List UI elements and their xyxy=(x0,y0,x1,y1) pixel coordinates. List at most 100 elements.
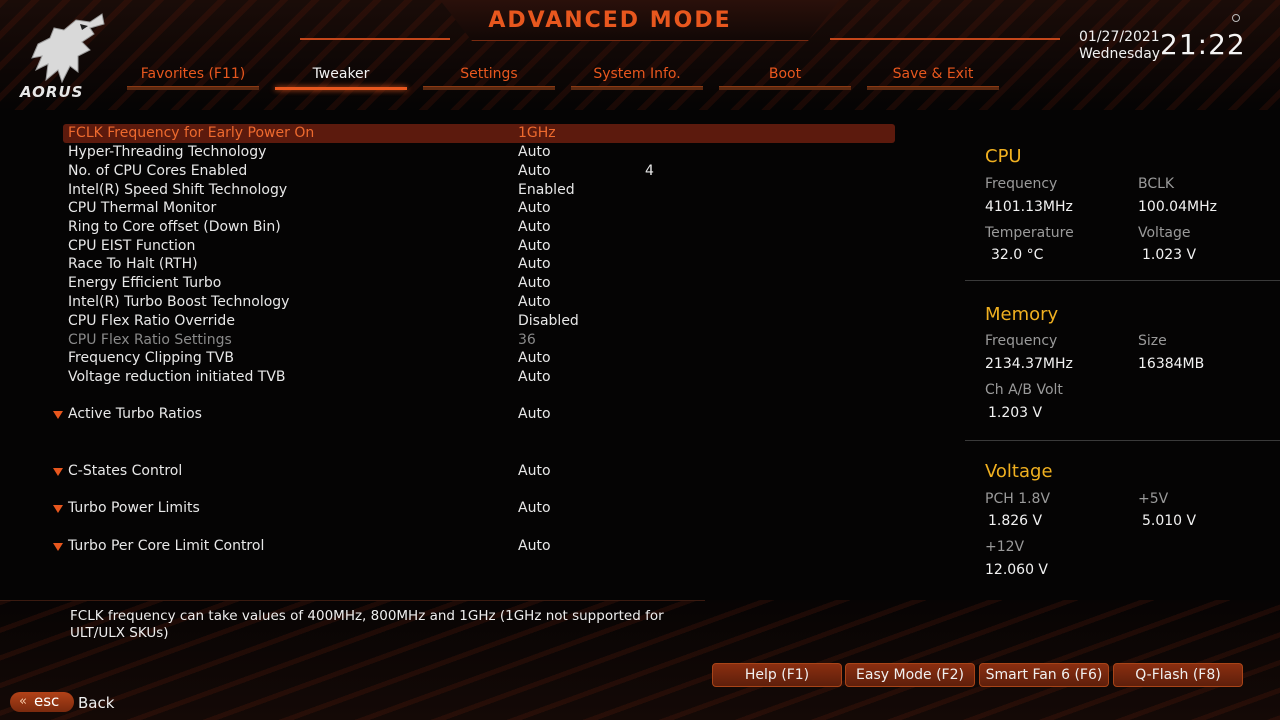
easy-mode-button[interactable]: Easy Mode (F2) xyxy=(845,663,975,687)
expand-triangle-icon xyxy=(53,411,63,419)
double-chevron-left-icon: « xyxy=(19,694,27,709)
p12v-voltage-label: +12V xyxy=(985,539,1025,555)
cpu-voltage-label: Voltage xyxy=(1138,225,1191,241)
setting-label: CPU EIST Function xyxy=(68,238,196,254)
tab-label: Save & Exit xyxy=(892,66,974,82)
setting-value[interactable]: Auto xyxy=(518,237,551,256)
setting-row-cpu-flex-ratio-settings: CPU Flex Ratio Settings 36 xyxy=(63,331,895,350)
back-label[interactable]: Back xyxy=(78,694,114,712)
setting-extra-value: 4 xyxy=(645,163,654,179)
setting-value[interactable]: 1GHz xyxy=(518,124,556,143)
memory-section-title: Memory xyxy=(985,304,1059,325)
setting-row-voltage-reduction-tvb[interactable]: Voltage reduction initiated TVB Auto xyxy=(63,368,895,387)
cpu-voltage-value: 1.023 V xyxy=(1142,247,1197,263)
setting-label: Ring to Core offset (Down Bin) xyxy=(68,219,281,235)
setting-label: Voltage reduction initiated TVB xyxy=(68,369,286,385)
setting-value[interactable]: Auto xyxy=(518,199,551,218)
title-rule-left xyxy=(300,38,450,40)
tab-underline xyxy=(423,86,555,90)
setting-value[interactable]: Auto xyxy=(518,162,551,181)
setting-label: FCLK Frequency for Early Power On xyxy=(68,125,315,141)
submenu-value[interactable]: Auto xyxy=(518,462,551,481)
p5v-voltage-value: 5.010 V xyxy=(1142,513,1197,529)
setting-row-ring-to-core-offset[interactable]: Ring to Core offset (Down Bin) Auto xyxy=(63,218,895,237)
title-rule-right xyxy=(830,38,1060,40)
setting-label: Race To Halt (RTH) xyxy=(68,256,198,272)
cpu-temperature-value: 32.0 °C xyxy=(991,247,1044,263)
setting-row-turbo-boost[interactable]: Intel(R) Turbo Boost Technology Auto xyxy=(63,293,895,312)
memory-size-label: Size xyxy=(1138,333,1167,349)
memory-frequency-label: Frequency xyxy=(985,333,1058,349)
submenu-turbo-power-limits[interactable]: Turbo Power Limits Auto xyxy=(53,499,895,518)
date-text: 01/27/2021 xyxy=(1079,29,1160,45)
panel-divider xyxy=(965,280,1280,281)
setting-row-hyper-threading[interactable]: Hyper-Threading Technology Auto xyxy=(63,143,895,162)
setting-label: CPU Thermal Monitor xyxy=(68,200,217,216)
memory-chab-volt-value: 1.203 V xyxy=(988,405,1043,421)
setting-value[interactable]: Disabled xyxy=(518,312,579,331)
tab-underline xyxy=(275,87,407,90)
tab-label: Tweaker xyxy=(312,66,370,82)
help-button[interactable]: Help (F1) xyxy=(712,663,842,687)
setting-row-speed-shift[interactable]: Intel(R) Speed Shift Technology Enabled xyxy=(63,181,895,200)
setting-row-cpu-eist[interactable]: CPU EIST Function Auto xyxy=(63,237,895,256)
weekday-text: Wednesday xyxy=(1079,46,1161,62)
submenu-active-turbo-ratios[interactable]: Active Turbo Ratios Auto xyxy=(53,405,895,424)
setting-value[interactable]: Auto xyxy=(518,218,551,237)
submenu-value[interactable]: Auto xyxy=(518,499,551,518)
tab-save-exit[interactable]: Save & Exit xyxy=(867,66,999,90)
submenu-value[interactable]: Auto xyxy=(518,405,551,424)
tab-tweaker[interactable]: Tweaker xyxy=(275,66,407,90)
setting-value[interactable]: Auto xyxy=(518,293,551,312)
tab-system-info[interactable]: System Info. xyxy=(571,66,703,90)
setting-label: CPU Flex Ratio Settings xyxy=(68,332,232,348)
tab-label: Settings xyxy=(460,66,518,82)
smart-fan-button[interactable]: Smart Fan 6 (F6) xyxy=(979,663,1109,687)
cpu-bclk-value: 100.04MHz xyxy=(1138,199,1217,215)
submenu-label: C-States Control xyxy=(68,463,183,479)
setting-row-frequency-clipping-tvb[interactable]: Frequency Clipping TVB Auto xyxy=(63,349,895,368)
setting-label: Intel(R) Turbo Boost Technology xyxy=(68,294,290,310)
p12v-voltage-value: 12.060 V xyxy=(985,562,1049,578)
submenu-c-states-control[interactable]: C-States Control Auto xyxy=(53,462,895,481)
submenu-value[interactable]: Auto xyxy=(518,537,551,556)
submenu-label: Active Turbo Ratios xyxy=(68,406,202,422)
setting-value[interactable]: Auto xyxy=(518,255,551,274)
submenu-label: Turbo Per Core Limit Control xyxy=(68,538,265,554)
esc-button[interactable]: « esc xyxy=(10,692,74,712)
setting-value[interactable]: Auto xyxy=(518,349,551,368)
setting-row-cpu-thermal-monitor[interactable]: CPU Thermal Monitor Auto xyxy=(63,199,895,218)
clock-time: 21:22 xyxy=(1160,28,1246,61)
p5v-voltage-label: +5V xyxy=(1138,491,1169,507)
tab-settings[interactable]: Settings xyxy=(423,66,555,90)
setting-row-fclk-frequency[interactable]: FCLK Frequency for Early Power On 1GHz xyxy=(63,124,895,143)
cpu-section-title: CPU xyxy=(985,146,1022,167)
setting-value[interactable]: Auto xyxy=(518,368,551,387)
setting-label: Intel(R) Speed Shift Technology xyxy=(68,182,288,198)
setting-value[interactable]: Enabled xyxy=(518,181,575,200)
setting-row-cpu-flex-ratio-override[interactable]: CPU Flex Ratio Override Disabled xyxy=(63,312,895,331)
setting-label: CPU Flex Ratio Override xyxy=(68,313,235,329)
tab-label: Boot xyxy=(768,66,802,82)
setting-row-cpu-cores-enabled[interactable]: No. of CPU Cores Enabled Auto 4 xyxy=(63,162,895,181)
setting-row-energy-efficient-turbo[interactable]: Energy Efficient Turbo Auto xyxy=(63,274,895,293)
tab-favorites[interactable]: Favorites (F11) xyxy=(127,66,259,90)
brand-logo-text: AORUS xyxy=(20,83,84,101)
q-flash-button[interactable]: Q-Flash (F8) xyxy=(1113,663,1243,687)
setting-value: 36 xyxy=(518,332,536,348)
voltage-section-title: Voltage xyxy=(985,461,1053,482)
submenu-turbo-per-core-limit[interactable]: Turbo Per Core Limit Control Auto xyxy=(53,537,895,556)
setting-value[interactable]: Auto xyxy=(518,274,551,293)
setting-value[interactable]: Auto xyxy=(518,143,551,162)
tab-label: Favorites (F11) xyxy=(140,66,246,82)
memory-frequency-value: 2134.37MHz xyxy=(985,356,1073,372)
pch-voltage-label: PCH 1.8V xyxy=(985,491,1051,507)
memory-size-value: 16384MB xyxy=(1138,356,1205,372)
setting-row-race-to-halt[interactable]: Race To Halt (RTH) Auto xyxy=(63,255,895,274)
esc-label: esc xyxy=(34,692,60,710)
tab-boot[interactable]: Boot xyxy=(719,66,851,90)
expand-triangle-icon xyxy=(53,468,63,476)
pch-voltage-value: 1.826 V xyxy=(988,513,1043,529)
setting-label: No. of CPU Cores Enabled xyxy=(68,163,248,179)
panel-divider xyxy=(965,440,1280,441)
